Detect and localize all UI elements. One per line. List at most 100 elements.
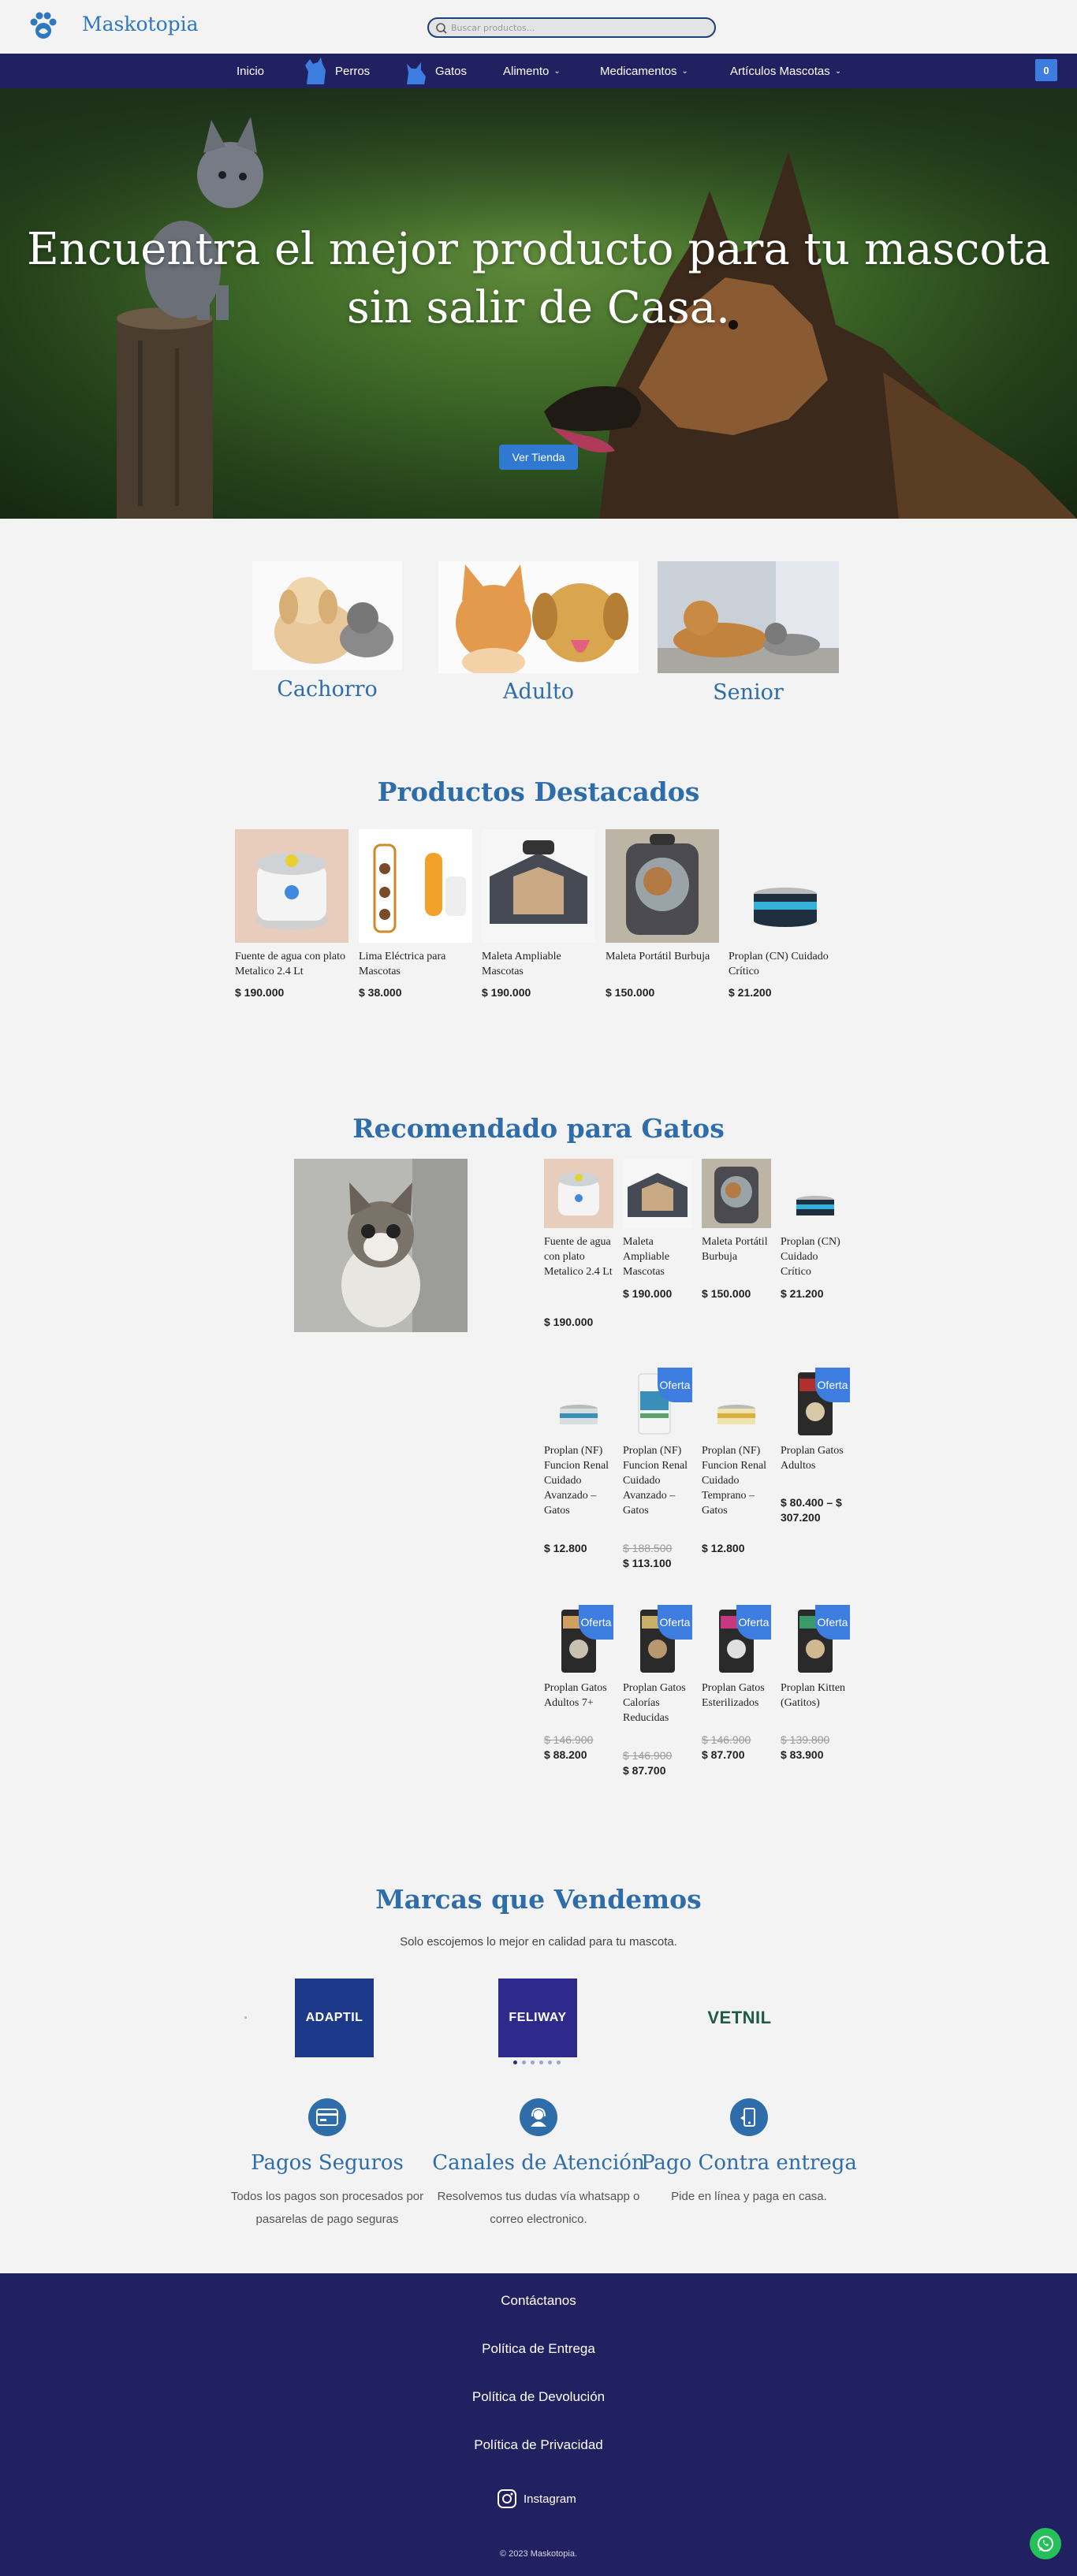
product-price: $ 150.000 [702,1286,751,1301]
product-price: $ 12.800 [544,1541,587,1556]
cats-section-title: Recomendado para Gatos [352,1113,725,1144]
product-price-value: $ 113.100 [623,1557,672,1569]
product-image[interactable] [623,1159,692,1228]
brand-logo-vetnil[interactable]: VETNIL [700,1979,779,2057]
carousel-dot[interactable] [531,2060,535,2064]
product-name[interactable]: Proplan (NF) Funcion Renal Cuidado Tempr… [702,1443,771,1518]
cart-button[interactable]: 0 [1035,59,1057,81]
nav-item-label: Alimento [503,64,550,78]
category-cachorro[interactable]: Cachorro [252,561,402,708]
sale-badge: Oferta [658,1605,692,1640]
brand-logo-feliway[interactable]: FELIWAY [498,1979,577,2057]
nav-item-label: Perros [335,64,371,78]
product-card[interactable]: Maleta Portátil Burbuja $ 150.000 [702,1159,771,1308]
product-card[interactable]: Oferta Proplan Gatos Esterilizados $ 146… [702,1605,771,1778]
nav-item-perros[interactable]: Perros [302,54,370,88]
brand-name: VETNIL [707,2008,772,2027]
product-name[interactable]: Proplan Gatos Adultos [781,1443,850,1473]
product-name[interactable]: Proplan Gatos Adultos 7+ [544,1681,613,1711]
product-image[interactable] [544,1368,613,1437]
product-card[interactable]: Oferta Proplan Gatos Adultos 7+ $ 146.90… [544,1605,613,1778]
product-card[interactable]: Maleta Ampliable Mascotas $ 190.000 [482,829,595,1003]
sale-badge: Oferta [815,1368,850,1402]
nav-item-alimento[interactable]: Alimento ⌄ [503,54,561,88]
product-card[interactable]: Oferta Proplan Gatos Adultos $ 80.400 – … [781,1368,850,1541]
brands-title: Marcas que Vendemos [375,1884,702,1915]
footer-link-delivery-policy[interactable]: Política de Entrega [0,2341,1077,2357]
carousel-dot[interactable] [539,2060,543,2064]
product-name[interactable]: Maleta Portátil Burbuja [702,1234,771,1264]
carousel-dot[interactable] [513,2060,517,2064]
paw-logo-icon[interactable] [27,10,60,43]
product-card[interactable]: Oferta Proplan Kitten (Gatitos) $ 139.80… [781,1605,850,1778]
product-name[interactable]: Lima Eléctrica para Mascotas [359,949,472,979]
brand-logo-adaptil[interactable]: ADAPTIL [295,1979,374,2057]
product-name[interactable]: Maleta Ampliable Mascotas [482,949,595,979]
sale-badge: Oferta [579,1605,613,1640]
nav-item-inicio[interactable]: Inicio [237,54,264,88]
product-image[interactable] [544,1159,613,1228]
product-image[interactable] [729,829,842,943]
product-card[interactable]: Lima Eléctrica para Mascotas $ 38.000 [359,829,472,1003]
product-card[interactable]: Oferta Proplan Gatos Calorías Reducidas … [623,1605,692,1786]
product-card[interactable]: Fuente de agua con plato Metalico 2.4 Lt… [544,1159,613,1332]
product-name[interactable]: Proplan (CN) Cuidado Crítico [781,1234,850,1279]
carousel-dot[interactable] [522,2060,526,2064]
product-price: $ 12.800 [702,1541,745,1556]
search-icon[interactable] [435,22,448,35]
featured-title: Productos Destacados [377,776,700,807]
product-price: $ 150.000 [606,986,655,999]
product-image[interactable] [359,829,472,943]
nav-item-articulos-mascotas[interactable]: Artículos Mascotas ⌄ [730,54,841,88]
footer-link-return-policy[interactable]: Política de Devolución [0,2389,1077,2405]
chevron-down-icon: ⌄ [681,66,688,76]
product-price-value: $ 150.000 [702,1287,751,1300]
carousel-dots [513,2060,561,2064]
product-card[interactable]: Fuente de agua con plato Metalico 2.4 Lt… [235,829,348,1003]
footer-link-contact[interactable]: Contáctanos [0,2293,1077,2309]
product-image[interactable] [606,829,719,943]
product-card[interactable]: Proplan (CN) Cuidado Crítico $ 21.200 [781,1159,850,1308]
product-name[interactable]: Maleta Portátil Burbuja [606,949,719,964]
instagram-label: Instagram [524,2492,576,2506]
product-name[interactable]: Fuente de agua con plato Metalico 2.4 Lt [235,949,348,979]
product-image[interactable] [235,829,348,943]
site-title[interactable]: Maskotopia [82,13,199,35]
product-card[interactable]: Proplan (NF) Funcion Renal Cuidado Avanz… [544,1368,613,1565]
product-card[interactable]: Maleta Portátil Burbuja $ 150.000 [606,829,719,1003]
puppy-kitten-image [252,561,402,670]
product-card[interactable]: Maleta Ampliable Mascotas $ 190.000 [623,1159,692,1308]
feature-support-channels: Canales de Atención Resolvemos tus dudas… [420,2098,657,2231]
carousel-dot[interactable] [548,2060,552,2064]
product-image[interactable] [781,1159,850,1228]
product-name[interactable]: Proplan Kitten (Gatitos) [781,1681,850,1711]
search-input[interactable] [451,20,703,35]
category-adulto[interactable]: Adulto [438,561,639,711]
product-image[interactable] [482,829,595,943]
product-card[interactable]: Proplan (CN) Cuidado Crítico $ 21.200 [729,829,842,1003]
product-card[interactable]: Oferta Proplan (NF) Funcion Renal Cuidad… [623,1368,692,1573]
product-name[interactable]: Maleta Ampliable Mascotas [623,1234,692,1279]
nav-item-medicamentos[interactable]: Medicamentos ⌄ [600,54,688,88]
product-image[interactable] [702,1159,771,1228]
product-old-price: $ 188.500 [623,1542,673,1554]
nav-item-gatos[interactable]: Gatos [402,54,467,88]
product-image[interactable] [702,1368,771,1437]
product-old-price: $ 146.900 [544,1733,594,1746]
product-name[interactable]: Proplan (NF) Funcion Renal Cuidado Avanz… [544,1443,613,1518]
footer-link-privacy-policy[interactable]: Política de Privacidad [0,2437,1077,2453]
feature-title: Canales de Atención [432,2151,645,2175]
instagram-link[interactable]: Instagram [497,2489,576,2509]
product-name[interactable]: Proplan (NF) Funcion Renal Cuidado Avanz… [623,1443,692,1518]
shop-button[interactable]: Ver Tienda [499,445,578,470]
product-price-value: $ 190.000 [623,1287,673,1300]
product-name[interactable]: Proplan Gatos Calorías Reducidas [623,1681,692,1725]
whatsapp-button[interactable] [1030,2528,1061,2559]
carousel-dot[interactable] [557,2060,561,2064]
product-card[interactable]: Proplan (NF) Funcion Renal Cuidado Tempr… [702,1368,771,1565]
product-name[interactable]: Proplan (CN) Cuidado Crítico [729,949,842,979]
feature-text: Pide en línea y paga en casa. [671,2190,827,2203]
product-name[interactable]: Proplan Gatos Esterilizados [702,1681,771,1711]
category-senior[interactable]: Senior [658,561,839,711]
product-name[interactable]: Fuente de agua con plato Metalico 2.4 Lt [544,1234,613,1279]
